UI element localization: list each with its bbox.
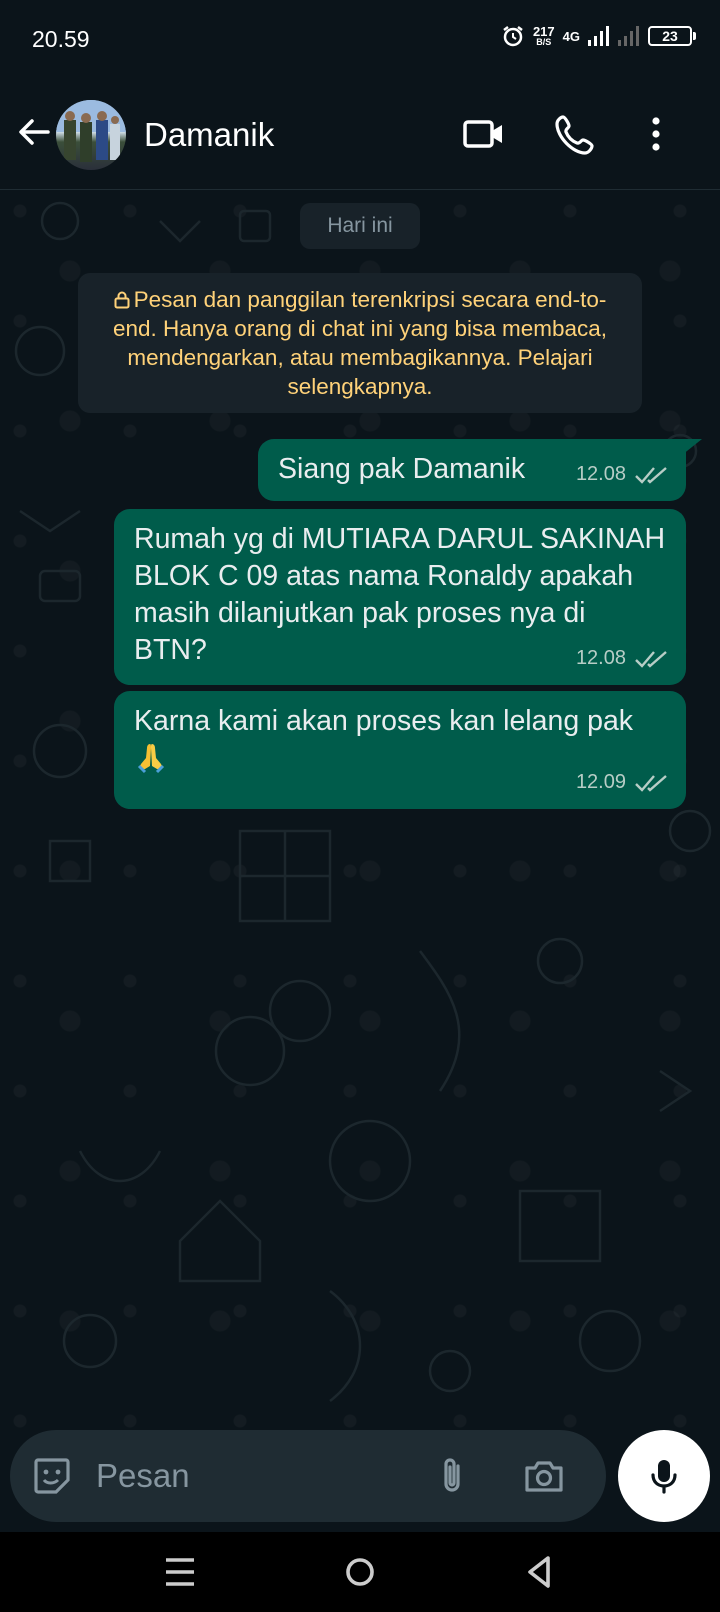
double-check-icon [635, 774, 667, 792]
message-text: Karna kami akan proses kan lelang pak [134, 705, 634, 737]
message-time: 12.09 [575, 771, 626, 793]
sticker-icon[interactable] [30, 1454, 74, 1498]
chat-area[interactable]: Hari ini Pesan dan panggilan terenkripsi… [0, 191, 720, 1433]
outgoing-message[interactable]: Rumah yg di MUTIARA DARUL SAKINAH BLOK C… [114, 509, 686, 685]
double-check-icon [635, 650, 667, 668]
camera-icon[interactable] [522, 1454, 566, 1498]
alarm-icon [503, 26, 523, 47]
status-icons: 217 B/S 4G 23 [501, 24, 696, 48]
contact-name[interactable]: Damanik [144, 116, 274, 154]
encryption-notice-text: Pesan dan panggilan terenkripsi secara e… [112, 287, 608, 399]
message-composer [10, 1430, 606, 1522]
double-check-icon [635, 466, 667, 484]
status-bar: 20.59 217 B/S 4G 23 [0, 0, 720, 82]
net-speed-unit: B/S [536, 37, 552, 47]
message-time: 12.08 [575, 463, 626, 485]
chat-header: Damanik [0, 82, 720, 190]
voice-call-icon[interactable] [554, 112, 598, 156]
avatar[interactable] [56, 100, 126, 170]
home-icon[interactable] [338, 1550, 382, 1594]
message-meta: 12.09 [576, 764, 668, 801]
microphone-icon [651, 1460, 677, 1494]
recent-apps-icon[interactable] [158, 1550, 202, 1594]
outgoing-message[interactable]: Karna kami akan proses kan lelang pak 12… [114, 691, 686, 809]
outgoing-message[interactable]: Siang pak Damanik 12.08 [258, 439, 686, 501]
folded-hands-emoji [137, 744, 165, 774]
bubble-tail [682, 439, 702, 455]
status-time: 20.59 [32, 26, 90, 52]
message-meta: 12.08 [576, 456, 668, 493]
encryption-notice[interactable]: Pesan dan panggilan terenkripsi secara e… [78, 273, 642, 413]
back-arrow-icon[interactable] [14, 112, 54, 152]
lock-icon [114, 291, 130, 309]
signal-sim2-icon [618, 26, 639, 46]
back-icon[interactable] [518, 1550, 562, 1594]
message-meta: 12.08 [576, 640, 668, 677]
network-type: 4G [562, 28, 580, 44]
video-call-icon[interactable] [462, 112, 506, 156]
more-options-icon[interactable] [636, 112, 676, 156]
signal-icon [588, 26, 609, 46]
network-speed: 217 B/S [533, 25, 555, 47]
battery-icon: 23 [648, 26, 696, 46]
system-navigation-bar [0, 1532, 720, 1612]
message-input[interactable] [96, 1450, 426, 1502]
voice-message-button[interactable] [618, 1430, 710, 1522]
avatar-photo [56, 100, 126, 162]
message-time: 12.08 [575, 647, 626, 669]
message-text: Siang pak Damanik [278, 453, 526, 485]
date-label: Hari ini [300, 203, 420, 249]
attachment-icon[interactable] [430, 1454, 474, 1498]
